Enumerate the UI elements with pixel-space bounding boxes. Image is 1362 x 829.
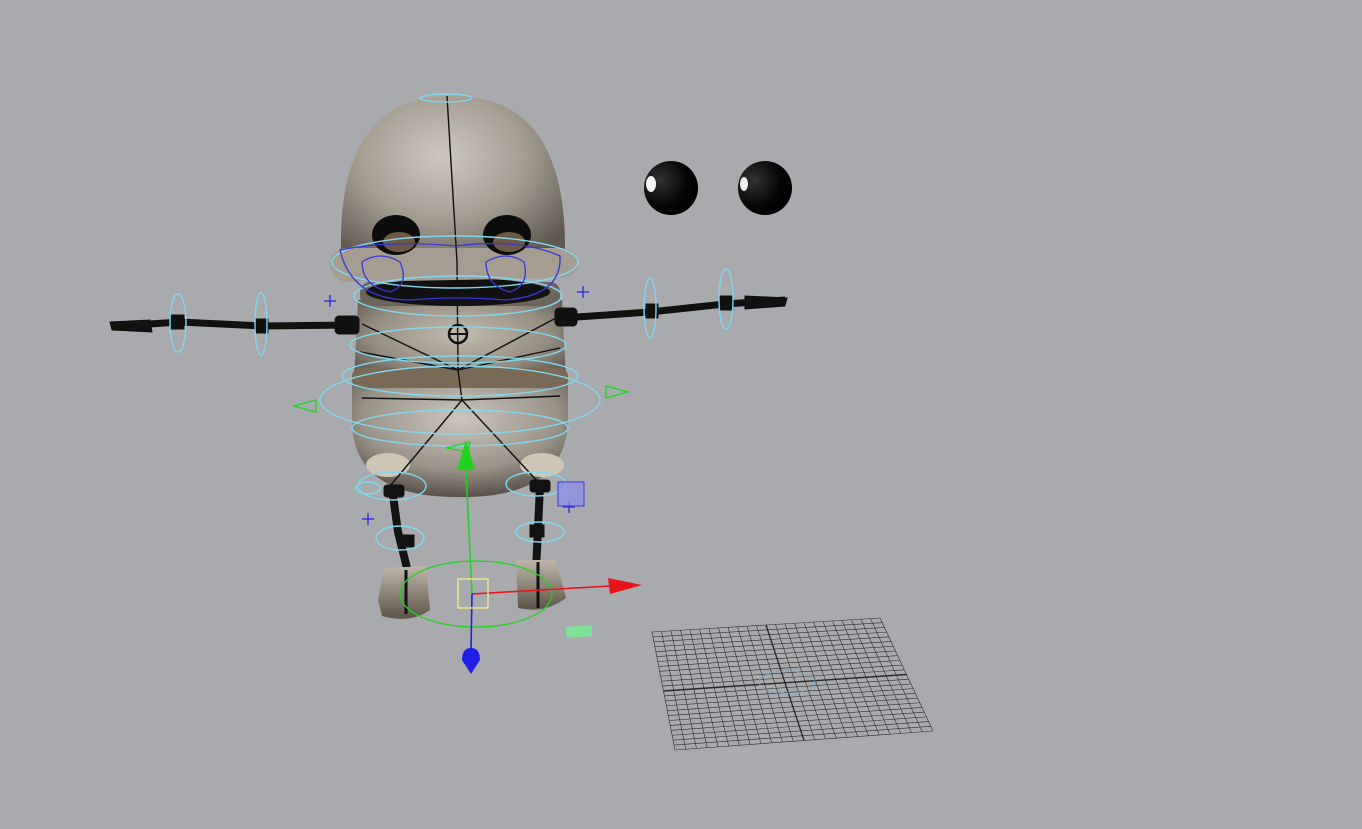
grid-line — [879, 617, 934, 732]
grid-line — [667, 693, 916, 711]
green-marker[interactable] — [565, 625, 593, 638]
grid-line — [669, 702, 920, 721]
grid-line — [672, 716, 927, 736]
grid-line — [666, 688, 914, 707]
scene-canvas[interactable] — [0, 0, 1362, 829]
arrow-z-icon[interactable] — [462, 648, 480, 674]
cross-locator-icon — [324, 295, 336, 307]
grid-line — [860, 619, 912, 733]
grid-line — [674, 730, 934, 751]
grid-line — [665, 683, 911, 702]
eyeball-left[interactable] — [644, 161, 698, 215]
grid-line — [663, 673, 907, 692]
ground-grid-plane[interactable] — [651, 617, 934, 751]
cross-locator-icon — [577, 286, 589, 298]
maya-3d-viewport[interactable] — [0, 0, 1362, 829]
eyeball-right[interactable] — [738, 161, 792, 215]
grid-line — [673, 721, 929, 741]
robot-foot-left[interactable] — [378, 566, 430, 619]
arrow-x-icon[interactable] — [608, 578, 642, 594]
robot-arm-left[interactable] — [109, 314, 360, 335]
cross-locator-icon — [362, 513, 374, 525]
robot-arm-right[interactable] — [554, 295, 788, 327]
grid-line — [851, 619, 902, 734]
grid-line — [870, 618, 923, 732]
grid-line — [671, 711, 925, 731]
ik-handle-square[interactable] — [557, 481, 585, 507]
grid-line — [668, 697, 918, 716]
grid-line — [670, 707, 922, 726]
grid-line — [674, 725, 931, 746]
robot-foot-right[interactable] — [516, 560, 566, 610]
